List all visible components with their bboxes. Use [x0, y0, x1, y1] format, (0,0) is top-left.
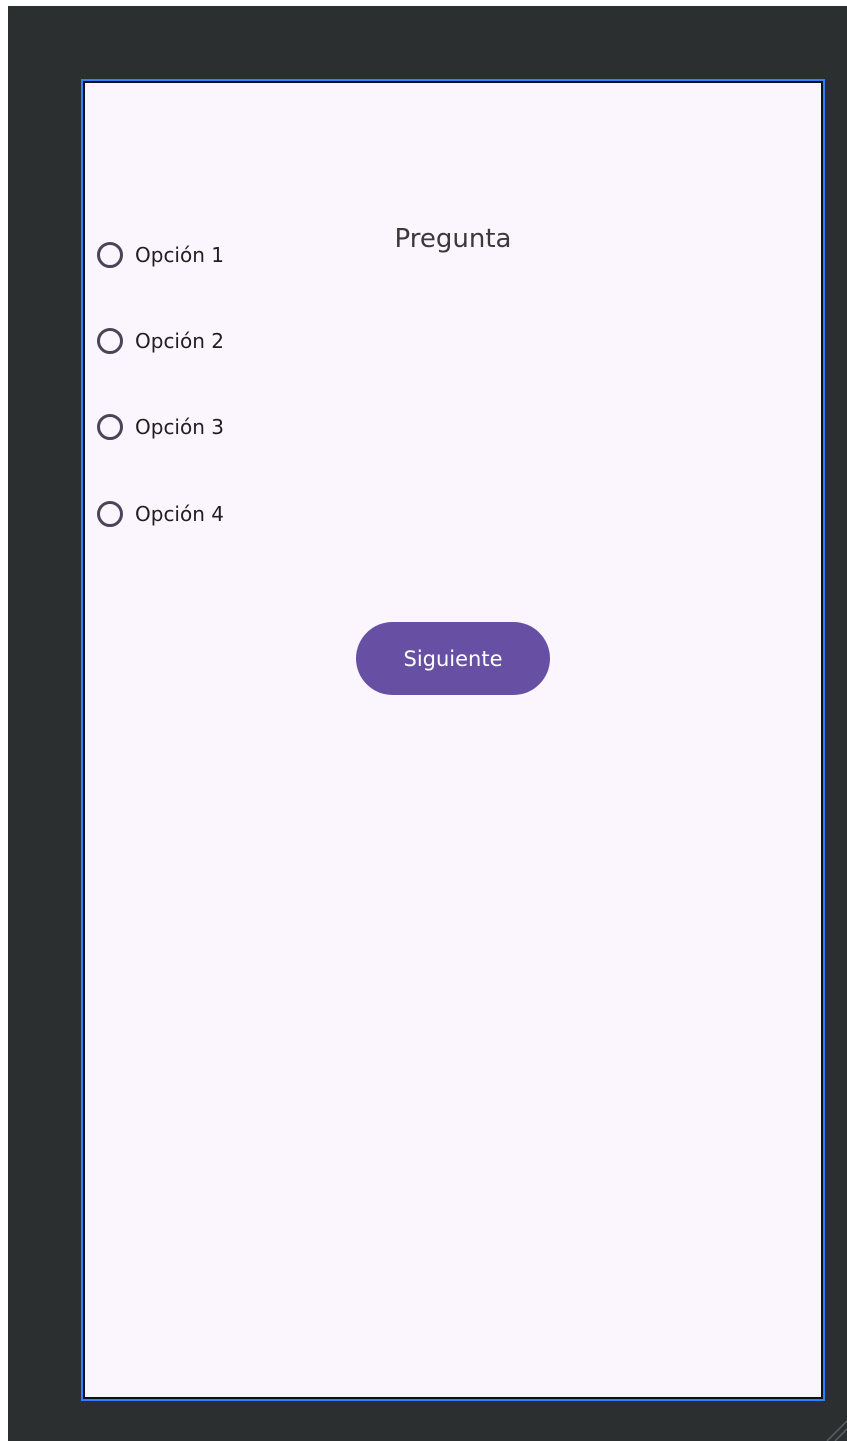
resize-grip-icon[interactable]	[817, 1411, 847, 1441]
radio-unchecked-icon[interactable]	[97, 328, 123, 354]
option-2-radio[interactable]: Opción 2	[97, 321, 224, 361]
next-button[interactable]: Siguiente	[356, 622, 550, 695]
option-4-radio[interactable]: Opción 4	[97, 494, 224, 534]
option-1-radio[interactable]: Opción 1	[97, 235, 224, 275]
radio-unchecked-icon[interactable]	[97, 501, 123, 527]
design-editor-canvas: Pregunta Opción 1 Opción 2 Opción 3 Opci…	[8, 6, 847, 1441]
app-screen: Pregunta Opción 1 Opción 2 Opción 3 Opci…	[85, 83, 821, 1397]
option-3-label: Opción 3	[135, 415, 224, 439]
option-3-radio[interactable]: Opción 3	[97, 407, 224, 447]
option-2-label: Opción 2	[135, 329, 224, 353]
radio-unchecked-icon[interactable]	[97, 414, 123, 440]
radio-unchecked-icon[interactable]	[97, 242, 123, 268]
option-4-label: Opción 4	[135, 502, 224, 526]
option-1-label: Opción 1	[135, 243, 224, 267]
device-preview-frame[interactable]: Pregunta Opción 1 Opción 2 Opción 3 Opci…	[81, 79, 825, 1401]
